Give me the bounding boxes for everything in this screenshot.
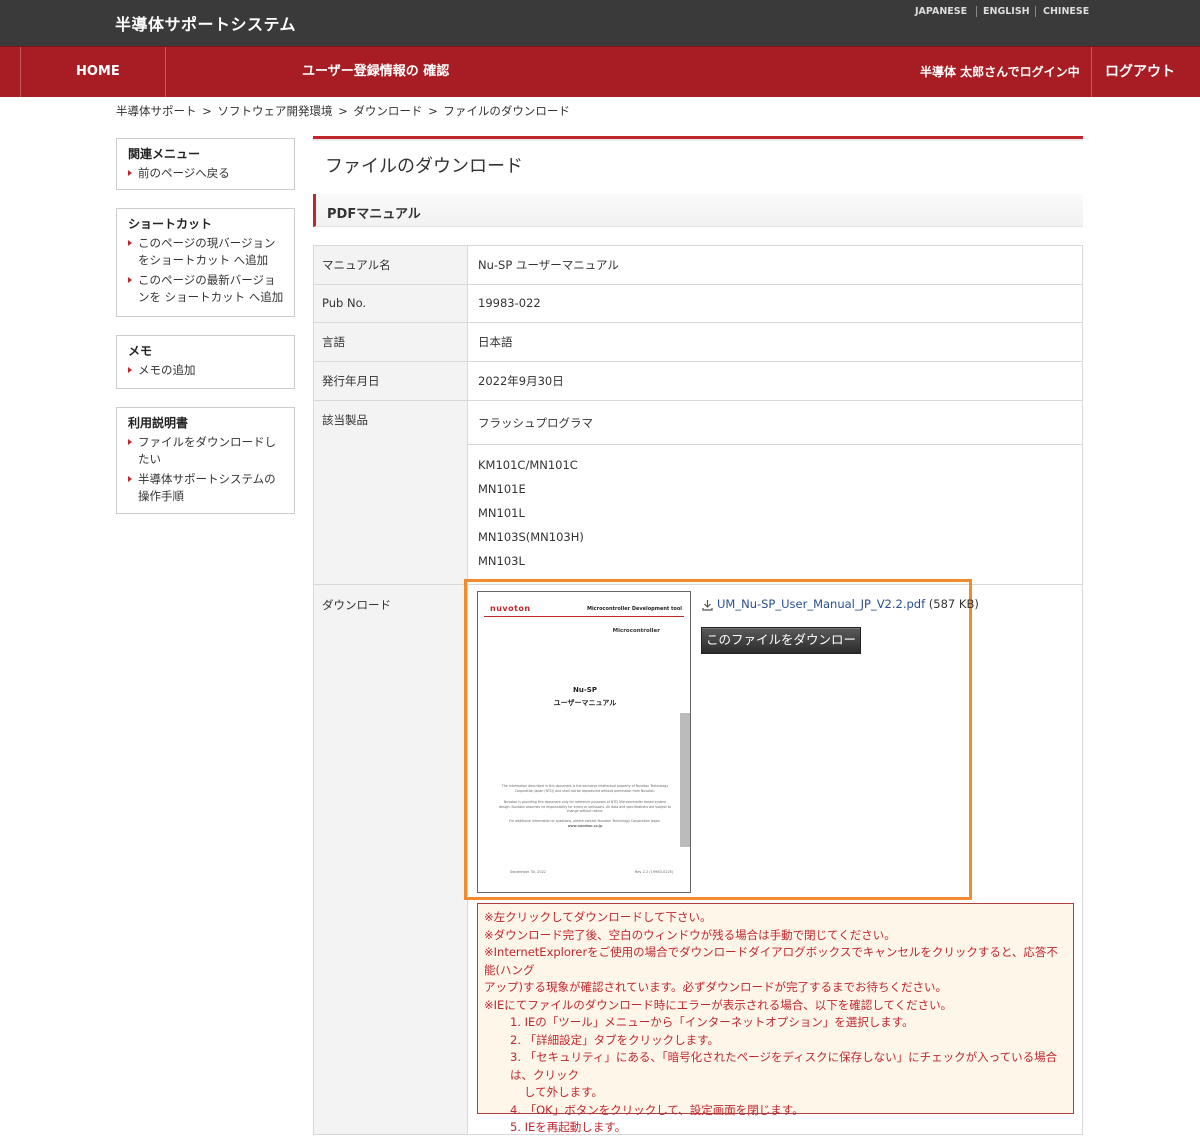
- breadcrumb-item[interactable]: ソフトウェア開発環境: [217, 104, 332, 118]
- nuvoton-logo: nuvoton: [490, 604, 531, 613]
- download-filesize: (587 KB): [925, 597, 979, 611]
- product-list: KM101C/MN101C MN101E MN101L MN103S(MN103…: [467, 444, 1083, 585]
- download-icon: [702, 600, 713, 611]
- page-title: ファイルのダウンロード: [325, 156, 523, 177]
- section-title: PDFマニュアル: [327, 207, 421, 222]
- nav-user-info[interactable]: ユーザー登録情報の 確認: [302, 47, 449, 97]
- sidebar-shortcut: ショートカット このページの現バージョンをショートカット へ追加 このページの最…: [116, 208, 295, 317]
- sidebar-link-add-memo[interactable]: メモの追加: [128, 362, 284, 379]
- lang-separator: [976, 6, 977, 17]
- table-row: 発行年月日 2022年9月30日: [313, 361, 1083, 401]
- table-row: Pub No. 19983-022: [313, 284, 1083, 323]
- download-filename[interactable]: UM_Nu-SP_User_Manual_JP_V2.2.pdf: [717, 597, 925, 611]
- login-status: 半導体 太郎さんでログイン中: [920, 65, 1080, 79]
- site-title[interactable]: 半導体サポートシステム: [115, 11, 296, 35]
- breadcrumb: 半導体サポート > ソフトウェア開発環境 > ダウンロード > ファイルのダウン…: [116, 103, 572, 119]
- thumb-footer-rev: Rev 2.2 (19983-022E): [635, 870, 674, 874]
- notice-line: ※IEにてファイルのダウンロード時にエラーが表示される場合、以下を確認してくださ…: [484, 997, 953, 1012]
- lang-english[interactable]: ENGLISH: [983, 6, 1030, 17]
- breadcrumb-item[interactable]: ダウンロード: [353, 104, 422, 118]
- download-file-link[interactable]: UM_Nu-SP_User_Manual_JP_V2.2.pdf (587 KB…: [717, 597, 979, 611]
- notice-line: ※左クリックしてダウンロードして下さい。: [484, 910, 712, 924]
- nav-divider: [165, 47, 166, 97]
- row-key: 該当製品: [313, 400, 468, 585]
- notice-step: 3. 「セキュリティ」にある、「暗号化されたページをディスクに保存しない」にチェ…: [510, 1050, 1058, 1082]
- issue-date-value: 2022年9月30日: [467, 361, 1083, 401]
- sidebar-link-download-help[interactable]: ファイルをダウンロードしたい: [128, 434, 284, 468]
- row-key: 言語: [313, 322, 468, 362]
- sidebar-title: 関連メニュー: [128, 147, 201, 161]
- thumb-text: Nuvoton is providing this document only …: [498, 800, 672, 813]
- nav-divider: [20, 47, 21, 97]
- manual-name-value: Nu-SP ユーザーマニュアル: [467, 245, 1083, 285]
- top-header: 半導体サポートシステム JAPANESE ENGLISH CHINESE: [0, 0, 1200, 46]
- product-item: KM101C/MN101C: [478, 458, 578, 472]
- logout-link[interactable]: ログアウト: [1105, 47, 1175, 97]
- notice-step: 4. 「OK」ボタンをクリックして、設定画面を閉じます。: [510, 1102, 804, 1117]
- breadcrumb-separator: >: [338, 104, 348, 118]
- notice-step: 2. 「詳細設定」タブをクリックします。: [510, 1032, 719, 1047]
- table-row: マニュアル名 Nu-SP ユーザーマニュアル: [313, 245, 1083, 285]
- main-nav: HOME ユーザー登録情報の 確認 半導体 太郎さんでログイン中 ログアウト: [0, 46, 1200, 97]
- sidebar-related-menu: 関連メニュー 前のページへ戻る: [116, 138, 295, 190]
- sidebar-title: 利用説明書: [128, 416, 189, 430]
- breadcrumb-separator: >: [428, 104, 438, 118]
- table-row: 言語 日本語: [313, 322, 1083, 362]
- product-category: フラッシュプログラマ: [467, 400, 1083, 445]
- thumb-text: www.nuvoton.co.jp: [567, 824, 603, 828]
- section-header: PDFマニュアル: [313, 194, 1083, 227]
- thumb-title: Nu-SP: [573, 686, 597, 694]
- product-item: MN103L: [478, 554, 525, 568]
- thumb-title-jp: ユーザーマニュアル: [553, 699, 617, 707]
- thumb-header: Microcontroller Development tool: [586, 606, 682, 612]
- thumb-text: For additional information or questions,…: [509, 819, 661, 823]
- download-notice: ※左クリックしてダウンロードして下さい。 ※ダウンロード完了後、空白のウィンドウ…: [477, 903, 1074, 1134]
- lang-chinese[interactable]: CHINESE: [1043, 6, 1089, 17]
- row-key: Pub No.: [313, 284, 468, 323]
- breadcrumb-separator: >: [202, 104, 212, 118]
- sidebar-help: 利用説明書 ファイルをダウンロードしたい 半導体サポートシステムの操作手順: [116, 407, 295, 514]
- breadcrumb-current: ファイルのダウンロード: [443, 104, 570, 118]
- sidebar-title: ショートカット: [128, 217, 213, 231]
- thumb-footer-date: September 30, 2022: [510, 870, 547, 874]
- sidebar-link-add-current-shortcut[interactable]: このページの現バージョンをショートカット へ追加: [128, 235, 284, 269]
- notice-step: して外します。: [524, 1085, 604, 1099]
- thumb-rule: [484, 616, 684, 617]
- sidebar-link-add-latest-shortcut[interactable]: このページの最新バージョンを ショートカット へ追加: [128, 272, 284, 306]
- download-button[interactable]: このファイルをダウンロード: [701, 627, 861, 671]
- nav-divider: [1091, 47, 1092, 97]
- row-key: 発行年月日: [313, 361, 468, 401]
- notice-step: 5. IEを再起動します。: [510, 1120, 627, 1134]
- notice-step: 1. IEの「ツール」メニューから「インターネットオプション」を選択します。: [510, 1015, 914, 1029]
- lang-separator: [1035, 6, 1036, 17]
- notice-line: ※ダウンロード完了後、空白のウィンドウが残る場合は手動で閉じてください。: [484, 927, 896, 942]
- product-item: MN101E: [478, 482, 526, 496]
- sidebar-memo: メモ メモの追加: [116, 335, 295, 389]
- breadcrumb-item[interactable]: 半導体サポート: [116, 104, 197, 118]
- notice-line: ※InternetExplorerをご使用の場合でダウンロードダイアログボックス…: [484, 945, 1058, 977]
- pdf-thumbnail[interactable]: nuvoton Microcontroller Development tool…: [477, 591, 691, 893]
- sidebar-title: メモ: [128, 344, 153, 358]
- row-key: ダウンロード: [313, 584, 468, 1135]
- row-key: マニュアル名: [313, 245, 468, 285]
- sidebar-link-operation-guide[interactable]: 半導体サポートシステムの操作手順: [128, 471, 284, 505]
- thumb-text: The information described in this docume…: [501, 784, 669, 793]
- pub-no-value: 19983-022: [467, 284, 1083, 323]
- product-item: MN101L: [478, 506, 525, 520]
- thumb-subtitle: Microcontroller: [612, 628, 660, 634]
- lang-japanese[interactable]: JAPANESE: [915, 6, 967, 17]
- notice-line: アップ)する現象が確認されています。必ずダウンロードが完了するまでお待ちください…: [484, 980, 947, 994]
- title-rule-shadow: [313, 139, 1083, 141]
- thumb-side-tab: [680, 713, 690, 847]
- language-value: 日本語: [467, 322, 1083, 362]
- product-item: MN103S(MN103H): [478, 530, 584, 544]
- table-row: 該当製品 フラッシュプログラマ: [313, 400, 1083, 585]
- nav-home[interactable]: HOME: [76, 47, 120, 97]
- sidebar-link-back[interactable]: 前のページへ戻る: [128, 165, 284, 182]
